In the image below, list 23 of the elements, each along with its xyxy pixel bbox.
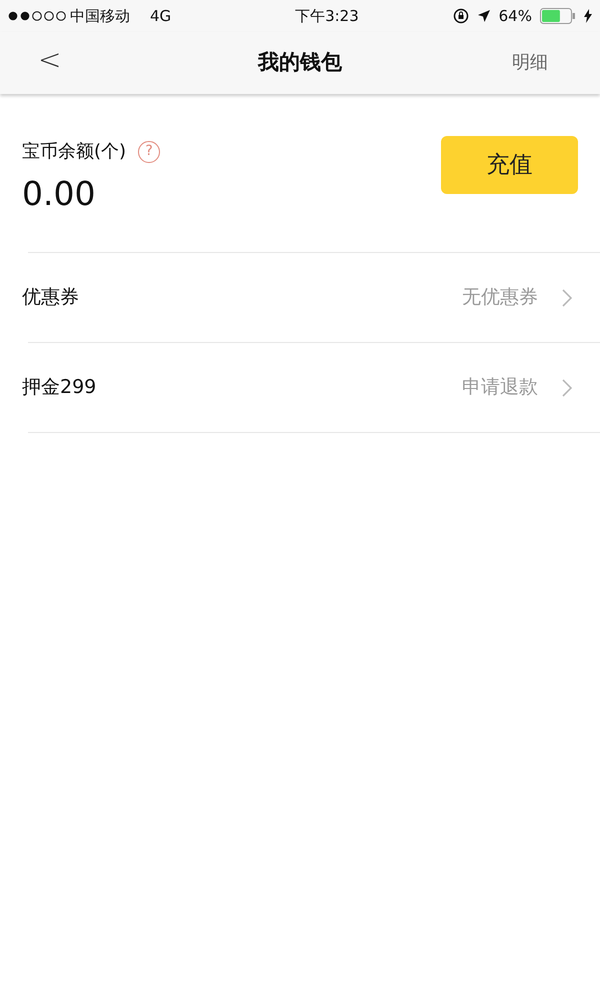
rotation-lock-icon xyxy=(452,8,469,24)
chevron-right-icon xyxy=(562,288,572,306)
location-arrow-icon xyxy=(476,9,491,23)
battery-icon xyxy=(540,8,576,24)
row-value: 无优惠券 xyxy=(462,285,538,310)
chevron-right-icon xyxy=(562,378,572,396)
details-link[interactable]: 明细 xyxy=(512,49,548,76)
page-title: 我的钱包 xyxy=(258,49,342,76)
row-label: 优惠券 xyxy=(22,285,79,310)
back-button[interactable]: < xyxy=(38,46,62,74)
battery-percent: 64% xyxy=(498,6,532,27)
network-type: 4G xyxy=(150,6,172,27)
balance-label: 宝币余额(个) xyxy=(22,140,126,164)
top-up-button[interactable]: 充值 xyxy=(441,136,578,194)
balance-amount: 0.00 xyxy=(22,173,96,215)
charging-bolt-icon xyxy=(584,9,592,23)
list-row[interactable]: 优惠券 无优惠券 xyxy=(0,252,600,342)
carrier-name: 中国移动 xyxy=(70,6,130,27)
signal-icon xyxy=(8,11,66,21)
list-row[interactable]: 押金299 申请退款 xyxy=(0,342,600,432)
row-value: 申请退款 xyxy=(462,375,538,400)
row-label: 押金299 xyxy=(22,375,96,400)
clock-time: 下午3:23 xyxy=(295,6,359,27)
